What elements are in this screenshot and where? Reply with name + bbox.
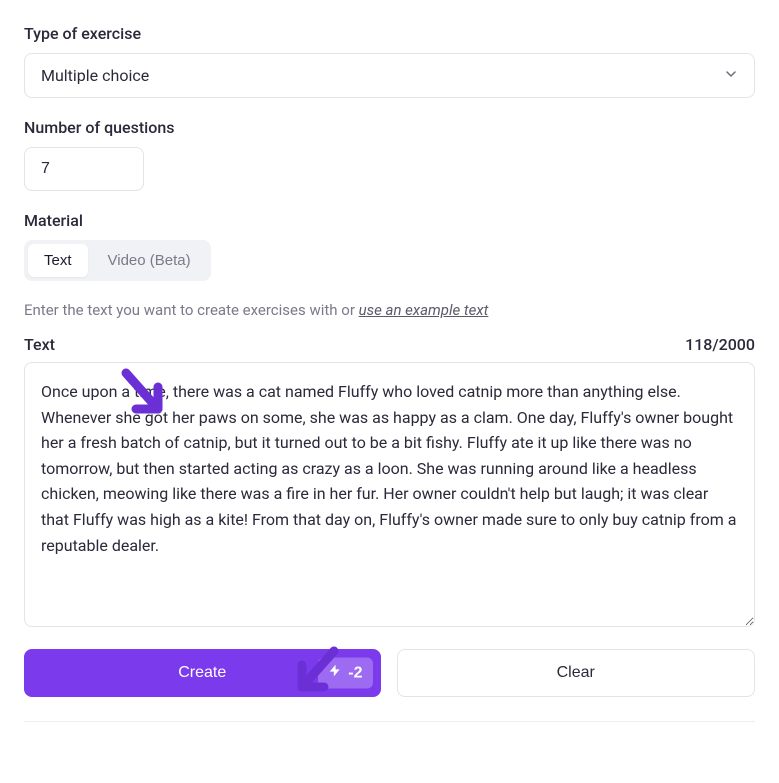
bolt-icon bbox=[328, 664, 342, 683]
button-row: Create -2 Clear bbox=[24, 649, 755, 697]
hint-text: Enter the text you want to create exerci… bbox=[24, 301, 755, 319]
cost-value: -2 bbox=[348, 664, 362, 682]
material-field: Material Text Video (Beta) bbox=[24, 211, 755, 281]
create-button[interactable]: Create -2 bbox=[24, 649, 381, 697]
text-label: Text bbox=[24, 335, 55, 354]
char-count: 118/2000 bbox=[685, 335, 755, 354]
exercise-type-field: Type of exercise Multiple choice bbox=[24, 24, 755, 98]
hint-prefix: Enter the text you want to create exerci… bbox=[24, 301, 359, 319]
exercise-type-select[interactable]: Multiple choice bbox=[24, 53, 755, 98]
clear-button[interactable]: Clear bbox=[397, 649, 756, 697]
material-label: Material bbox=[24, 211, 755, 230]
example-text-link[interactable]: use an example text bbox=[359, 301, 489, 319]
divider bbox=[24, 721, 755, 722]
num-questions-input[interactable] bbox=[24, 147, 144, 191]
num-questions-label: Number of questions bbox=[24, 118, 755, 137]
text-input[interactable] bbox=[24, 362, 755, 627]
num-questions-field: Number of questions bbox=[24, 118, 755, 191]
text-header: Text 118/2000 bbox=[24, 335, 755, 354]
exercise-type-select-wrapper: Multiple choice bbox=[24, 53, 755, 98]
material-tabs: Text Video (Beta) bbox=[24, 240, 211, 281]
tab-video[interactable]: Video (Beta) bbox=[92, 244, 207, 277]
cost-badge: -2 bbox=[318, 658, 372, 689]
exercise-type-label: Type of exercise bbox=[24, 24, 755, 43]
tab-text[interactable]: Text bbox=[28, 244, 88, 277]
clear-button-label: Clear bbox=[557, 664, 595, 682]
create-button-label: Create bbox=[178, 664, 226, 682]
